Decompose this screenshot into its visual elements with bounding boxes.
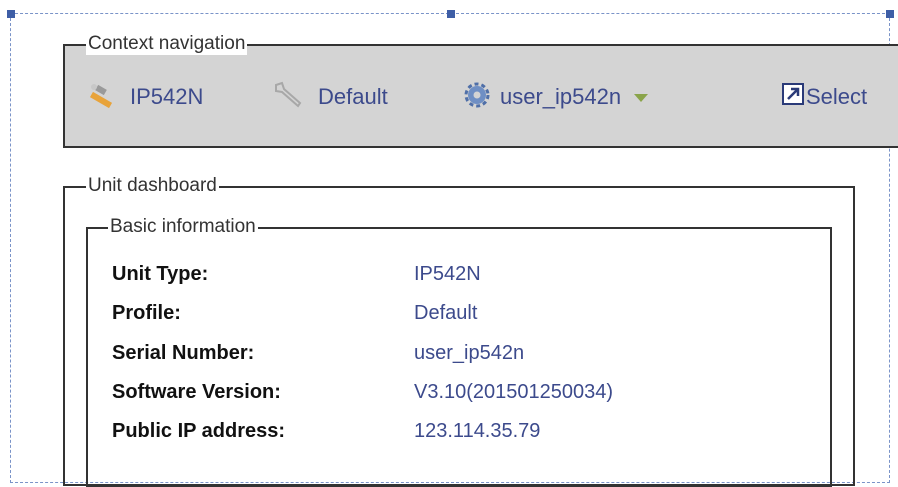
nav-profile-link[interactable]: Default (272, 79, 388, 115)
info-label: Unit Type: (112, 262, 209, 285)
info-value: 123.114.35.79 (414, 419, 541, 442)
info-value: user_ip542n (414, 341, 525, 364)
info-row-profile: Profile: Default (112, 298, 477, 328)
nav-user-dropdown[interactable]: user_ip542n (462, 82, 649, 112)
wrench-icon (272, 79, 310, 115)
info-row-unit-type: Unit Type: IP542N (112, 259, 481, 289)
gear-icon (462, 79, 492, 115)
info-row-serial-number: Serial Number: user_ip542n (112, 338, 524, 368)
info-value: Default (414, 301, 478, 324)
nav-unit-label: IP542N (130, 84, 204, 109)
external-link-icon (782, 83, 804, 111)
resize-handle-top-right[interactable] (886, 10, 894, 18)
resize-handle-top-left[interactable] (7, 10, 15, 18)
nav-unit-link[interactable]: IP542N (86, 82, 203, 112)
info-row-software-version: Software Version: V3.10(201501250034) (112, 377, 613, 407)
unit-icon (86, 79, 122, 115)
info-label: Software Version: (112, 380, 281, 403)
resize-handle-top-center[interactable] (447, 10, 455, 18)
nav-select-label: Select (806, 84, 868, 109)
info-label: Public IP address: (112, 419, 286, 442)
nav-profile-label: Default (318, 84, 388, 109)
unit-dashboard-legend: Unit dashboard (86, 175, 219, 197)
info-value: IP542N (414, 262, 481, 285)
info-label: Profile: (112, 301, 181, 324)
chevron-down-icon[interactable] (633, 84, 649, 110)
info-value: V3.10(201501250034) (414, 380, 614, 403)
nav-user-label: user_ip542n (500, 84, 622, 109)
info-label: Serial Number: (112, 341, 255, 364)
info-row-public-ip: Public IP address: 123.114.35.79 (112, 416, 540, 446)
basic-information-legend: Basic information (108, 216, 258, 238)
nav-select-link[interactable]: Select (782, 82, 867, 112)
context-navigation-legend: Context navigation (86, 33, 248, 55)
